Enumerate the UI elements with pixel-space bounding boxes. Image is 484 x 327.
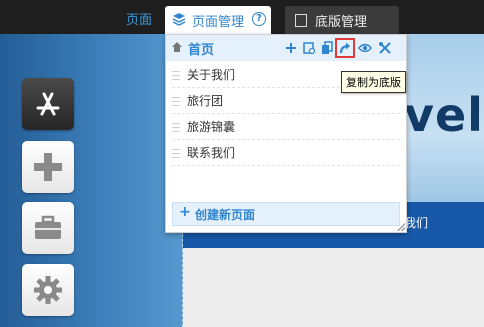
help-icon[interactable]: ? — [252, 12, 266, 26]
create-page-button[interactable]: + 创建新页面 — [172, 202, 400, 226]
app-store-icon — [36, 92, 60, 116]
app-store-button[interactable] — [22, 78, 74, 130]
drag-handle-icon[interactable] — [172, 123, 180, 132]
drag-handle-icon[interactable] — [172, 71, 180, 80]
copy-icon[interactable] — [320, 41, 334, 55]
page-item-label: 联系我们 — [187, 146, 236, 160]
drag-handle-icon[interactable] — [172, 149, 180, 158]
tab-template-manager-label: 底版管理 — [315, 15, 368, 30]
page-item-home-label: 首页 — [188, 43, 215, 58]
tab-page-manager-label: 页面管理 — [192, 15, 245, 30]
add-icon — [34, 153, 62, 181]
preview-content-area — [183, 248, 484, 327]
add-element-button[interactable] — [22, 141, 74, 193]
page-item-home[interactable]: 首页 — [166, 35, 406, 61]
page-item[interactable]: 联系我们 — [172, 141, 400, 166]
copy-as-template-icon[interactable] — [335, 38, 355, 58]
tooltip: 复制为底版 — [341, 71, 406, 93]
page-item-label: 旅行团 — [187, 94, 224, 108]
preview-banner-text: vel — [404, 88, 484, 142]
layers-icon — [172, 13, 186, 26]
tools-icon[interactable] — [378, 41, 392, 55]
settings-button[interactable] — [22, 264, 74, 316]
tab-page-manager[interactable]: 页面管理 ? — [165, 6, 271, 34]
page-item-label: 关于我们 — [187, 68, 236, 82]
home-icon — [172, 42, 182, 52]
add-page-icon[interactable] — [284, 41, 298, 55]
preview-icon[interactable] — [358, 41, 372, 55]
page-manager-panel: 首页 关于我们 旅行团 旅游锦囊 联系我们 + 创建新页面 — [165, 34, 407, 233]
page-item[interactable]: 旅游锦囊 — [172, 115, 400, 140]
settings-icon — [34, 276, 62, 304]
top-bar: 页面 页面管理 ? 底版管理 — [0, 0, 484, 34]
toolbox-icon — [35, 215, 61, 239]
drag-handle-icon[interactable] — [172, 97, 180, 106]
document-icon — [295, 14, 307, 27]
tab-page[interactable]: 页面 — [126, 9, 152, 28]
preview-nav-item[interactable]: 我们 — [404, 214, 428, 231]
page-item-label: 旅游锦囊 — [187, 120, 236, 134]
resize-handle-icon[interactable] — [397, 223, 405, 231]
toolbox-button[interactable] — [22, 202, 74, 254]
create-page-label: 创建新页面 — [195, 208, 256, 222]
plus-icon: + — [179, 204, 191, 220]
page-settings-icon[interactable] — [302, 41, 316, 55]
tab-template-manager[interactable]: 底版管理 — [285, 6, 399, 34]
